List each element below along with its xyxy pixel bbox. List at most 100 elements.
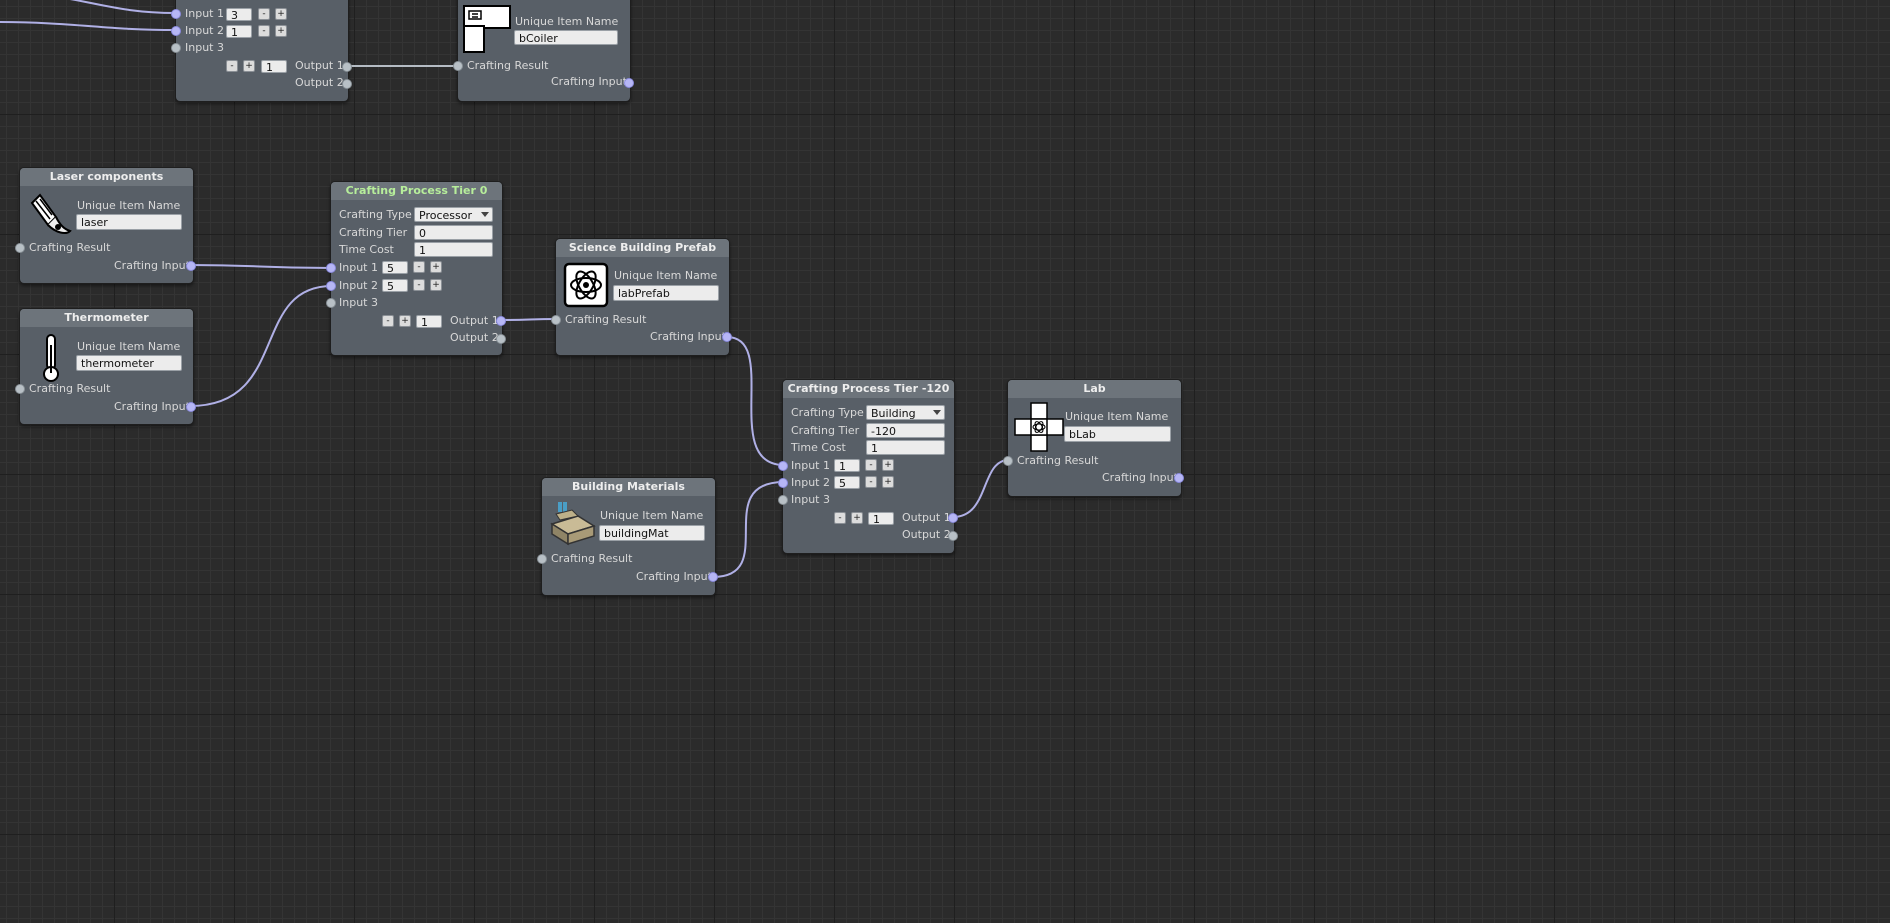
node-title: Thermometer bbox=[20, 309, 193, 327]
input-3-port[interactable] bbox=[171, 43, 181, 53]
input-1-increase-button[interactable]: + bbox=[882, 459, 894, 471]
wire-top-input1 bbox=[70, 0, 177, 14]
input-2-port[interactable] bbox=[326, 281, 336, 291]
crafting-type-label: Crafting Type bbox=[791, 406, 864, 419]
input-1-decrease-button[interactable]: - bbox=[865, 459, 877, 471]
input-1-decrease-button[interactable]: - bbox=[413, 261, 425, 273]
item-node-building-materials[interactable]: Building Materials Unique Item Name buil… bbox=[537, 477, 718, 596]
input-1-port[interactable] bbox=[326, 263, 336, 273]
node-title: Crafting Process Tier 0 bbox=[331, 182, 502, 200]
input-2-amount[interactable]: 1 bbox=[226, 25, 252, 38]
input-2-increase-button[interactable]: + bbox=[430, 279, 442, 291]
input-1-port[interactable] bbox=[778, 461, 788, 471]
wire-laser-to-tier0 bbox=[189, 264, 333, 269]
input-2-amount[interactable]: 5 bbox=[382, 279, 408, 292]
crafting-result-label: Crafting Result bbox=[29, 241, 111, 254]
output-increase-button[interactable]: + bbox=[399, 315, 411, 327]
input-1-amount[interactable]: 3 bbox=[226, 8, 252, 21]
time-cost-input[interactable]: 1 bbox=[414, 242, 493, 257]
unique-item-name-input[interactable]: labPrefab bbox=[613, 285, 719, 301]
wire-labprefab-to-tierneg120 bbox=[726, 336, 785, 466]
crafting-input-port[interactable] bbox=[708, 572, 718, 582]
crafting-input-port[interactable] bbox=[624, 78, 634, 88]
wire-top-input2 bbox=[0, 21, 177, 31]
crafting-result-port[interactable] bbox=[537, 554, 547, 564]
time-cost-input[interactable]: 1 bbox=[866, 440, 945, 455]
node-title: Crafting Process Tier -120 bbox=[783, 380, 954, 398]
crafting-result-label: Crafting Result bbox=[467, 59, 549, 72]
output-2-port[interactable] bbox=[342, 79, 352, 89]
output-1-port[interactable] bbox=[948, 513, 958, 523]
input-1-increase-button[interactable]: + bbox=[430, 261, 442, 273]
crafting-tier-input[interactable]: 0 bbox=[414, 225, 493, 240]
crafting-type-select[interactable]: Building bbox=[866, 405, 945, 420]
unique-item-name-input[interactable]: bCoiler bbox=[514, 30, 618, 45]
crafting-result-port[interactable] bbox=[551, 315, 561, 325]
output-count[interactable]: 1 bbox=[416, 315, 442, 328]
input-2-port[interactable] bbox=[171, 26, 181, 36]
crafting-result-port[interactable] bbox=[15, 243, 25, 253]
crafting-input-label: Crafting Input bbox=[636, 570, 712, 583]
chevron-down-icon bbox=[481, 212, 489, 217]
input-1-decrease-button[interactable]: - bbox=[258, 8, 270, 20]
node-title: Building Materials bbox=[542, 478, 715, 496]
output-decrease-button[interactable]: - bbox=[834, 512, 846, 524]
output-1-port[interactable] bbox=[342, 62, 352, 72]
item-node-science-building-prefab[interactable]: Science Building Prefab Unique Item Name… bbox=[551, 238, 732, 356]
unique-item-name-input[interactable]: bLab bbox=[1064, 426, 1171, 442]
unique-item-name-label: Unique Item Name bbox=[600, 509, 704, 522]
input-3-label: Input 3 bbox=[339, 296, 378, 309]
crafting-tier-input[interactable]: -120 bbox=[866, 423, 945, 438]
input-2-port[interactable] bbox=[778, 478, 788, 488]
input-2-increase-button[interactable]: + bbox=[275, 25, 287, 37]
output-count[interactable]: 1 bbox=[868, 512, 894, 525]
input-1-amount[interactable]: 1 bbox=[834, 459, 860, 472]
item-node-coiler[interactable]: Unique Item Name bCoiler Crafting Result… bbox=[453, 0, 634, 102]
coiler-icon bbox=[463, 5, 511, 53]
item-node-laser-components[interactable]: Laser components Unique Item Name laser … bbox=[15, 167, 196, 284]
input-3-label: Input 3 bbox=[791, 493, 830, 506]
laser-icon bbox=[30, 193, 72, 234]
crafting-result-port[interactable] bbox=[15, 384, 25, 394]
lab-icon bbox=[1014, 402, 1064, 452]
input-1-label: Input 1 bbox=[339, 261, 378, 274]
input-1-increase-button[interactable]: + bbox=[275, 8, 287, 20]
unique-item-name-input[interactable]: buildingMat bbox=[599, 525, 705, 541]
node-title: Science Building Prefab bbox=[556, 239, 729, 257]
input-2-amount[interactable]: 5 bbox=[834, 476, 860, 489]
input-1-amount[interactable]: 5 bbox=[382, 261, 408, 274]
output-1-port[interactable] bbox=[496, 316, 506, 326]
crafting-input-port[interactable] bbox=[186, 402, 196, 412]
unique-item-name-label: Unique Item Name bbox=[1065, 410, 1169, 423]
crafting-type-select[interactable]: Processor De bbox=[414, 207, 493, 222]
output-decrease-button[interactable]: - bbox=[382, 315, 394, 327]
input-2-decrease-button[interactable]: - bbox=[258, 25, 270, 37]
output-2-port[interactable] bbox=[496, 334, 506, 344]
crafting-process-node-tier-neg-120[interactable]: Crafting Process Tier -120 Crafting Type… bbox=[778, 379, 958, 554]
input-3-port[interactable] bbox=[326, 298, 336, 308]
output-2-label: Output 2 bbox=[450, 331, 499, 344]
input-3-label: Input 3 bbox=[185, 41, 224, 54]
input-3-port[interactable] bbox=[778, 495, 788, 505]
unique-item-name-input[interactable]: thermometer bbox=[76, 355, 182, 371]
crafting-input-port[interactable] bbox=[722, 332, 732, 342]
crafting-input-port[interactable] bbox=[1174, 473, 1184, 483]
input-2-decrease-button[interactable]: - bbox=[865, 476, 877, 488]
crafting-process-node-tier-0[interactable]: Crafting Process Tier 0 Crafting Type Pr… bbox=[326, 181, 506, 356]
input-2-decrease-button[interactable]: - bbox=[413, 279, 425, 291]
crafting-result-port[interactable] bbox=[453, 61, 463, 71]
output-count[interactable]: 1 bbox=[261, 60, 287, 73]
item-node-lab[interactable]: Lab Unique Item Name bLab Crafting Resul… bbox=[1003, 379, 1184, 497]
input-1-port[interactable] bbox=[171, 9, 181, 19]
output-decrease-button[interactable]: - bbox=[226, 60, 238, 72]
crafting-tier-label: Crafting Tier bbox=[339, 226, 408, 239]
crafting-process-node-coiler[interactable]: Input 1 3 - + Input 2 1 - + Input 3 - + … bbox=[171, 0, 352, 102]
unique-item-name-input[interactable]: laser bbox=[76, 214, 182, 230]
output-increase-button[interactable]: + bbox=[851, 512, 863, 524]
input-2-increase-button[interactable]: + bbox=[882, 476, 894, 488]
output-2-port[interactable] bbox=[948, 531, 958, 541]
crafting-result-port[interactable] bbox=[1003, 456, 1013, 466]
item-node-thermometer[interactable]: Thermometer Unique Item Name thermometer… bbox=[15, 308, 196, 425]
output-increase-button[interactable]: + bbox=[243, 60, 255, 72]
crafting-input-port[interactable] bbox=[186, 261, 196, 271]
